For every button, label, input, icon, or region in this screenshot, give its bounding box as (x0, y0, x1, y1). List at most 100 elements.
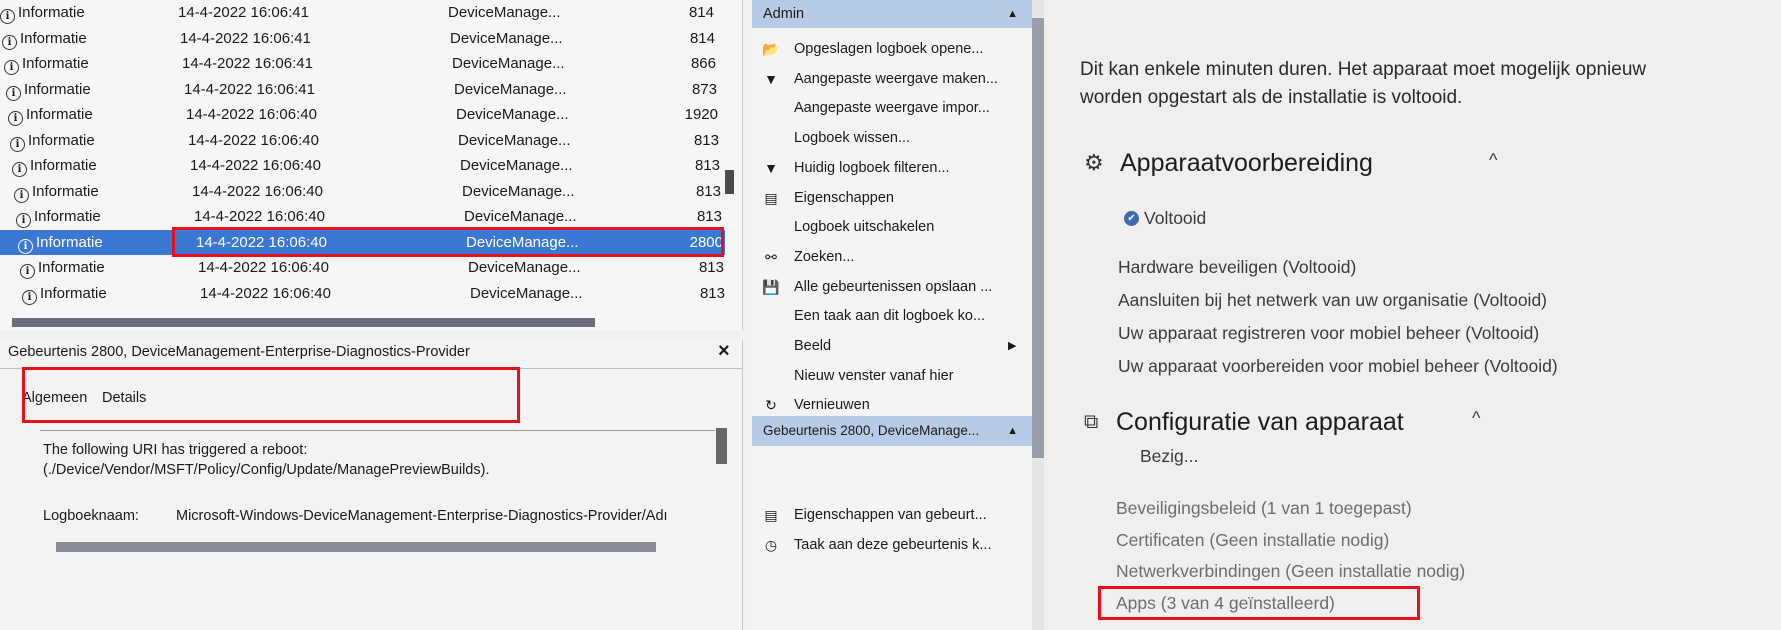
action-item[interactable]: ▤ Eigenschappen (752, 183, 1027, 213)
table-row[interactable]: i Informatie 14-4-2022 16:06:40 DeviceManag… (0, 128, 725, 153)
level-text: Informatie (24, 80, 91, 98)
datetime-cell: 14-4-2022 16:06:40 (198, 259, 329, 276)
level-text: Informatie (26, 106, 93, 123)
level-cell: i Informatie (18, 230, 168, 255)
properties-icon: ▤ (764, 189, 778, 206)
scrollbar[interactable] (716, 428, 727, 464)
detail-title: Gebeurtenis 2800, DeviceManagement-Enter… (8, 344, 470, 360)
save-icon: 💾 (762, 278, 780, 295)
message-line: (./Device/Vendor/MSFT/Policy/Config/Upda… (43, 462, 490, 478)
scrollbar[interactable] (725, 170, 734, 194)
list-item: Uw apparaat registreren voor mobiel behe… (1118, 323, 1540, 343)
level-text: Informatie (18, 4, 85, 21)
action-item[interactable]: ▼ Aangepaste weergave maken... (752, 64, 1027, 94)
collapse-icon[interactable]: ▲ (1007, 0, 1018, 28)
gear-icon: ⚙ (1084, 150, 1104, 175)
level-text: Informatie (40, 284, 107, 302)
source-cell: DeviceManage... (454, 80, 567, 98)
binoculars-icon: ⚯ (765, 248, 777, 265)
level-cell: i Informatie (12, 153, 162, 178)
level-text: Informatie (32, 182, 99, 200)
action-item[interactable]: ▤ Eigenschappen van gebeurt... (752, 500, 1027, 530)
info-icon: i (2, 34, 17, 50)
event-list[interactable]: i Informatie 14-4-2022 16:06:41 DeviceManag… (0, 0, 743, 330)
info-icon: i (22, 289, 37, 305)
highlight-box (172, 227, 724, 257)
submenu-arrow-icon: ▶ (1008, 340, 1017, 352)
message-line: The following URI has triggered a reboot… (43, 442, 308, 458)
highlight-box (22, 367, 520, 423)
event-id-cell: 813 (699, 284, 725, 302)
level-text: Informatie (34, 208, 101, 225)
datetime-cell: 14-4-2022 16:06:41 (182, 55, 313, 72)
table-row[interactable]: i Informatie 14-4-2022 16:06:40 DeviceManag… (0, 204, 725, 229)
action-item[interactable]: 📂 Opgeslagen logboek opene... (752, 34, 1027, 64)
action-item[interactable]: Logboek wissen... (752, 123, 1027, 153)
chevron-up-icon[interactable]: ^ (1472, 408, 1480, 429)
action-label: Logboek uitschakelen (794, 219, 935, 236)
action-item[interactable]: ◷ Taak aan deze gebeurtenis k... (752, 530, 1027, 560)
level-cell: i Informatie (16, 204, 166, 229)
action-label: Een taak aan dit logboek ko... (794, 308, 986, 325)
datetime-cell: 14-4-2022 16:06:41 (180, 29, 311, 47)
source-cell: DeviceManage... (460, 157, 573, 174)
source-cell: DeviceManage... (452, 55, 565, 72)
list-item: Aansluiten bij het netwerk van uw organi… (1118, 290, 1547, 310)
table-row[interactable]: i Informatie 14-4-2022 16:06:41 DeviceManag… (0, 51, 725, 76)
open-log-icon: 📂 (762, 41, 780, 57)
event-id-cell: 813 (698, 259, 724, 276)
close-icon[interactable]: × (718, 340, 730, 363)
action-label: Eigenschappen van gebeurt... (794, 507, 987, 523)
logname-value: Microsoft-Windows-DeviceManagement-Enter… (176, 508, 668, 524)
info-icon: i (20, 264, 35, 279)
source-cell: DeviceManage... (462, 182, 575, 200)
level-text: Informatie (36, 233, 103, 251)
level-cell: i Informatie (20, 255, 170, 280)
horizontal-scrollbar[interactable] (56, 542, 656, 552)
table-row[interactable]: i Informatie 14-4-2022 16:06:41 DeviceManag… (0, 0, 725, 25)
datetime-cell: 14-4-2022 16:06:40 (194, 208, 325, 225)
action-item[interactable]: Logboek uitschakelen (752, 212, 1027, 242)
collapse-icon[interactable]: ▲ (1007, 416, 1018, 446)
horizontal-scrollbar[interactable] (12, 318, 595, 327)
table-row[interactable]: i Informatie 14-4-2022 16:06:40 DeviceManag… (0, 281, 725, 306)
table-row[interactable]: i Informatie 14-4-2022 16:06:41 DeviceManag… (0, 26, 725, 51)
level-text: Informatie (22, 55, 89, 72)
event-id-cell: 813 (694, 157, 720, 174)
info-icon: i (14, 187, 29, 203)
level-cell: i Informatie (2, 26, 152, 51)
action-item[interactable]: ▼ Huidig logboek filteren... (752, 153, 1027, 183)
actions-header-label: Gebeurtenis 2800, DeviceManage... (763, 423, 980, 438)
refresh-icon: ↻ (765, 397, 777, 414)
table-row[interactable]: i Informatie 14-4-2022 16:06:40 DeviceManag… (0, 179, 725, 204)
actions-header-admin[interactable]: Admin ▲ (752, 0, 1032, 28)
action-label: Huidig logboek filteren... (794, 159, 950, 176)
info-icon: i (6, 85, 21, 101)
table-row[interactable]: i Informatie 14-4-2022 16:06:40 DeviceManag… (0, 153, 725, 178)
table-row[interactable]: i Informatie 14-4-2022 16:06:40 DeviceManag… (0, 255, 725, 280)
enrollment-status-pane: Dit kan enkele minuten duren. Het appara… (1044, 0, 1781, 630)
event-id-cell: 814 (688, 4, 714, 21)
source-cell: DeviceManage... (464, 208, 577, 225)
source-cell: DeviceManage... (468, 259, 581, 276)
list-item: Certificaten (Geen installatie nodig) (1116, 530, 1390, 550)
action-item[interactable]: ⚯ Zoeken... (752, 242, 1027, 272)
action-item[interactable]: Nieuw venster vanaf hier (752, 361, 1027, 391)
actions-header-event[interactable]: Gebeurtenis 2800, DeviceManage... ▲ (752, 416, 1032, 446)
scrollbar[interactable] (1032, 18, 1044, 458)
table-row[interactable]: i Informatie 14-4-2022 16:06:41 DeviceManag… (0, 77, 725, 102)
table-row[interactable]: i Informatie 14-4-2022 16:06:40 DeviceManag… (0, 102, 725, 127)
event-viewer-left: i Informatie 14-4-2022 16:06:41 DeviceManag… (0, 0, 752, 630)
action-item[interactable]: Aangepaste weergave impor... (752, 93, 1027, 123)
source-cell: DeviceManage... (448, 4, 561, 21)
action-item[interactable]: Beeld ▶ (752, 331, 1027, 361)
filter-icon: ▼ (764, 159, 778, 176)
info-icon: i (10, 136, 25, 152)
info-icon: i (16, 213, 31, 228)
section-status: Voltooid (1144, 208, 1207, 228)
action-label: Eigenschappen (794, 189, 894, 206)
action-item[interactable]: Een taak aan dit logboek ko... (752, 301, 1027, 331)
chevron-up-icon[interactable]: ^ (1489, 150, 1497, 171)
event-id-cell: 866 (690, 55, 716, 72)
action-item[interactable]: 💾 Alle gebeurtenissen opslaan ... (752, 272, 1027, 302)
